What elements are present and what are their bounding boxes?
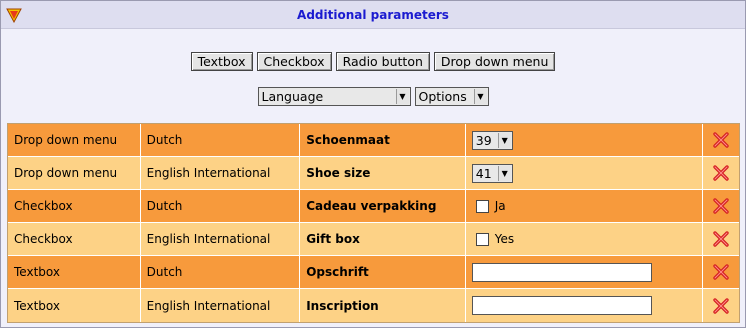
language-select-value: Language xyxy=(261,89,324,104)
table-row: Checkbox Dutch Cadeau verpakking Ja xyxy=(8,190,739,223)
parameter-type: Checkbox xyxy=(8,190,141,222)
parameter-name: Schoenmaat xyxy=(300,124,466,156)
add-radio-button-button[interactable]: Radio button xyxy=(335,52,430,71)
parameter-control-cell: 41 ▼ xyxy=(466,157,704,189)
parameter-name: Cadeau verpakking xyxy=(300,190,466,222)
chevron-down-icon: ▼ xyxy=(497,132,511,148)
chevron-down-icon: ▼ xyxy=(395,89,409,104)
value-text-input[interactable] xyxy=(471,262,652,282)
additional-parameters-panel: Additional parameters Textbox Checkbox R… xyxy=(0,0,746,328)
add-checkbox-button[interactable]: Checkbox xyxy=(256,52,332,71)
parameter-type: Drop down menu xyxy=(8,124,141,156)
parameter-control-cell: Yes xyxy=(466,223,704,255)
add-parameter-toolbar: Textbox Checkbox Radio button Drop down … xyxy=(1,52,745,71)
panel-header: Additional parameters xyxy=(1,1,745,29)
parameter-language: Dutch xyxy=(141,124,301,156)
delete-x-icon[interactable] xyxy=(712,164,730,182)
delete-cell xyxy=(703,190,739,222)
parameter-control-cell xyxy=(466,256,704,288)
parameter-type: Textbox xyxy=(8,289,141,322)
parameters-table: Drop down menu Dutch Schoenmaat 39 ▼ Drop dow… xyxy=(7,123,740,323)
parameter-name: Inscription xyxy=(300,289,466,322)
options-select-value: Options xyxy=(418,89,467,104)
value-text-input[interactable] xyxy=(471,296,652,315)
chevron-down-icon: ▼ xyxy=(473,89,487,104)
table-row: Textbox English International Inscription xyxy=(8,289,739,322)
language-select[interactable]: Language ▼ xyxy=(257,87,411,106)
parameter-type: Checkbox xyxy=(8,223,141,255)
table-row: Drop down menu English International Shoe … xyxy=(8,157,739,190)
delete-cell xyxy=(703,256,739,288)
options-select[interactable]: Options ▼ xyxy=(414,87,489,106)
parameter-control-cell: Ja xyxy=(466,190,704,222)
parameter-name: Shoe size xyxy=(300,157,466,189)
parameter-language: Dutch xyxy=(141,190,301,222)
delete-cell xyxy=(703,124,739,156)
value-select[interactable]: 41 ▼ xyxy=(471,163,513,183)
add-textbox-button[interactable]: Textbox xyxy=(190,52,253,71)
delete-cell xyxy=(703,223,739,255)
option-checkbox[interactable] xyxy=(475,232,489,246)
parameter-name: Opschrift xyxy=(300,256,466,288)
panel-title: Additional parameters xyxy=(297,8,449,22)
delete-x-icon[interactable] xyxy=(712,197,730,215)
checkbox-label: Ja xyxy=(494,199,506,213)
parameter-control-cell xyxy=(466,289,704,322)
delete-x-icon[interactable] xyxy=(712,230,730,248)
parameter-type: Textbox xyxy=(8,256,141,288)
parameter-language: English International xyxy=(141,289,301,322)
parameter-type: Drop down menu xyxy=(8,157,141,189)
filter-row: Language ▼ Options ▼ xyxy=(1,87,745,106)
chevron-down-icon: ▼ xyxy=(497,165,511,181)
option-checkbox[interactable] xyxy=(475,199,489,213)
delete-cell xyxy=(703,289,739,322)
delete-x-icon[interactable] xyxy=(712,297,730,315)
parameter-name: Gift box xyxy=(300,223,466,255)
parameter-language: English International xyxy=(141,157,301,189)
add-dropdown-button[interactable]: Drop down menu xyxy=(433,52,556,71)
table-row: Checkbox English International Gift box Yes xyxy=(8,223,739,256)
value-select-value: 39 xyxy=(475,132,492,148)
delete-x-icon[interactable] xyxy=(712,263,730,281)
delete-cell xyxy=(703,157,739,189)
parameter-language: English International xyxy=(141,223,301,255)
value-select-value: 41 xyxy=(475,165,492,181)
parameter-language: Dutch xyxy=(141,256,301,288)
table-row: Drop down menu Dutch Schoenmaat 39 ▼ xyxy=(8,124,739,157)
delete-x-icon[interactable] xyxy=(712,131,730,149)
parameter-control-cell: 39 ▼ xyxy=(466,124,704,156)
table-row: Textbox Dutch Opschrift xyxy=(8,256,739,289)
checkbox-label: Yes xyxy=(494,232,515,246)
value-select[interactable]: 39 ▼ xyxy=(471,130,513,150)
